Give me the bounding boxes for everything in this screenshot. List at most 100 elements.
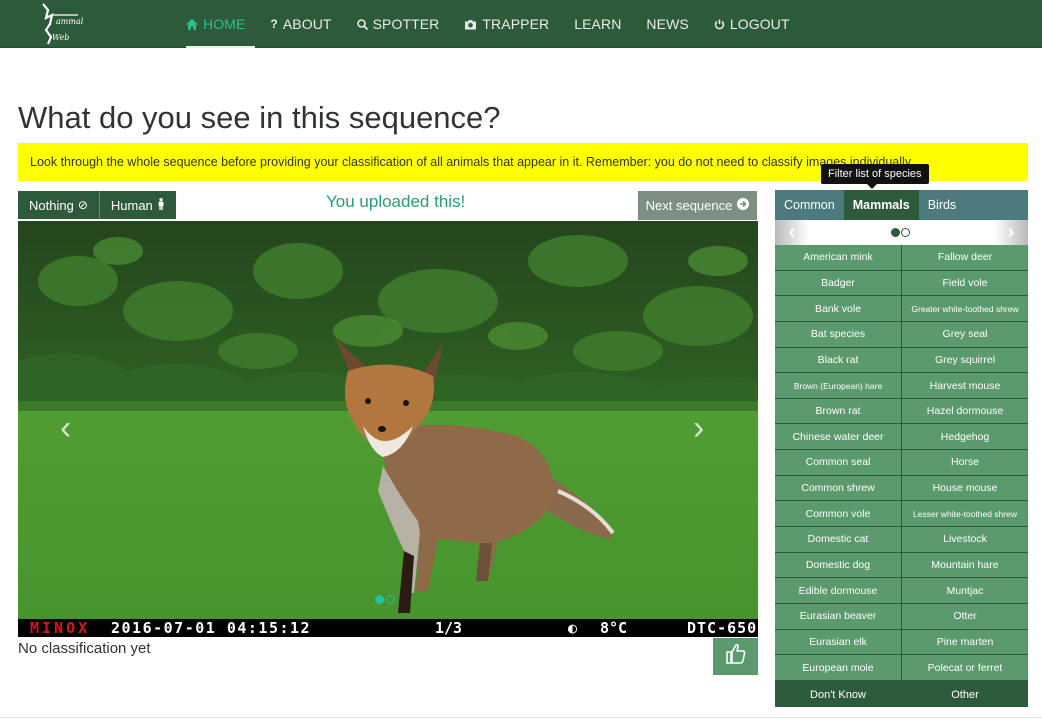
frame-counter: 1/3 — [435, 619, 463, 637]
species-button[interactable]: Grey seal — [902, 321, 1028, 347]
species-button[interactable]: Domestic cat — [775, 527, 901, 552]
species-button[interactable]: Domestic dog — [775, 552, 901, 578]
person-icon — [157, 197, 165, 213]
species-button[interactable]: Horse — [902, 450, 1028, 475]
species-page-dot[interactable] — [901, 228, 910, 237]
carousel-dot[interactable] — [375, 595, 384, 604]
svg-text:Web: Web — [52, 33, 69, 42]
species-button[interactable]: Hazel dormouse — [902, 398, 1028, 424]
species-button[interactable]: Chinese water deer — [775, 424, 901, 450]
carousel-dot[interactable] — [386, 595, 395, 604]
species-button[interactable]: Lesser white-toothed shrew — [902, 501, 1028, 527]
nav-label: ABOUT — [282, 16, 332, 32]
species-button[interactable]: Muntjac — [902, 578, 1028, 603]
next-image-arrow-icon[interactable]: › — [693, 411, 704, 445]
svg-text:ammal: ammal — [56, 17, 84, 26]
nav-logout[interactable]: LOGOUT — [704, 0, 800, 48]
temperature-readout: 8°C — [600, 619, 628, 637]
other-species-button[interactable]: Other — [902, 682, 1028, 707]
nav-learn[interactable]: LEARN — [564, 0, 631, 48]
species-button[interactable]: Greater white-toothed shrew — [902, 296, 1028, 321]
tab-common[interactable]: Common — [775, 190, 844, 220]
species-button[interactable]: Bat species — [775, 321, 901, 347]
species-button[interactable]: Harvest mouse — [902, 373, 1028, 398]
species-button[interactable]: American mink — [775, 245, 901, 270]
species-row: Common shrew House mouse — [775, 475, 1028, 502]
nothing-button[interactable]: Nothing ⊘ — [18, 191, 100, 219]
species-next-page-icon[interactable]: › — [994, 220, 1028, 245]
species-button[interactable]: Eurasian beaver — [775, 603, 901, 629]
species-button[interactable]: Mountain hare — [902, 552, 1028, 578]
main-nav: HOME ? ABOUT SPOTTER TRAPPER LEARN NEWS LOGOUT — [176, 0, 805, 48]
nav-label: TRAPPER — [482, 16, 550, 32]
species-row: Bat species Grey seal — [775, 321, 1028, 348]
human-label: Human — [110, 197, 153, 213]
species-button[interactable]: Livestock — [902, 527, 1028, 552]
species-row: Bank vole Greater white-toothed shrew — [775, 296, 1028, 322]
species-button[interactable]: Common vole — [775, 501, 901, 527]
tab-mammals[interactable]: Mammals — [843, 190, 919, 220]
top-navbar: ammal Web HOME ? ABOUT SPOTTER TRAPPER LEARN N… — [0, 0, 1042, 48]
species-button[interactable]: Eurasian elk — [775, 629, 901, 655]
nav-home[interactable]: HOME — [176, 0, 256, 48]
footer-divider — [0, 717, 1042, 718]
species-button[interactable]: Fallow deer — [902, 245, 1028, 270]
species-button[interactable]: Grey squirrel — [902, 347, 1028, 373]
species-row: Common vole Lesser white-toothed shrew — [775, 501, 1028, 527]
nav-news[interactable]: NEWS — [636, 0, 698, 48]
species-row: Domestic dog Mountain hare — [775, 552, 1028, 579]
nav-label: LEARN — [574, 16, 622, 32]
previous-image-arrow-icon[interactable]: ‹ — [60, 411, 71, 445]
camera-icon — [464, 19, 477, 30]
species-button[interactable]: Common seal — [775, 450, 901, 475]
species-filter-tabs: Common Mammals Birds — [775, 190, 1028, 220]
human-button[interactable]: Human — [99, 191, 176, 219]
nothing-label: Nothing — [29, 197, 74, 213]
image-carousel-indicators — [375, 595, 397, 604]
tab-birds[interactable]: Birds — [919, 190, 965, 220]
nav-label: SPOTTER — [372, 16, 440, 32]
species-prev-page-icon[interactable]: ‹ — [775, 220, 809, 245]
species-button[interactable]: Common shrew — [775, 475, 901, 501]
nav-label: HOME — [203, 16, 246, 32]
nav-trapper[interactable]: TRAPPER — [454, 0, 559, 48]
species-button[interactable]: Polecat or ferret — [902, 655, 1028, 680]
capture-datetime: 2016-07-01 04:15:12 — [111, 619, 312, 637]
dont-know-button[interactable]: Don't Know — [775, 682, 901, 707]
species-pager: ‹ › — [775, 220, 1028, 245]
nav-about[interactable]: ? ABOUT — [260, 0, 341, 48]
moon-phase-icon: ◐ — [568, 619, 578, 637]
camera-model: DTC-650 — [687, 619, 758, 637]
species-button[interactable]: House mouse — [902, 475, 1028, 501]
species-button[interactable]: Pine marten — [902, 629, 1028, 655]
species-button[interactable]: European mole — [775, 655, 901, 680]
species-row: European mole Polecat or ferret — [775, 655, 1028, 681]
filter-tooltip: Filter list of species — [821, 164, 929, 189]
species-button[interactable]: Black rat — [775, 347, 901, 373]
species-row: Black rat Grey squirrel — [775, 347, 1028, 374]
species-page-dot[interactable] — [891, 228, 900, 237]
thumbs-up-icon — [724, 642, 748, 671]
mammalweb-logo[interactable]: ammal Web — [38, 2, 84, 46]
species-button[interactable]: Brown rat — [775, 398, 901, 424]
species-button[interactable]: Field vole — [902, 270, 1028, 296]
page-title: What do you see in this sequence? — [18, 100, 501, 135]
nav-spotter[interactable]: SPOTTER — [347, 0, 450, 48]
species-button[interactable]: Otter — [902, 603, 1028, 629]
species-button[interactable]: Brown (European) hare — [775, 373, 901, 398]
species-button[interactable]: Edible dormouse — [775, 578, 901, 603]
species-panel: Common Mammals Birds ‹ › American mink Fall… — [775, 190, 1028, 707]
species-button[interactable]: Hedgehog — [902, 424, 1028, 450]
species-row: Common seal Horse — [775, 450, 1028, 476]
arrow-circle-right-icon — [737, 198, 750, 213]
species-extra-options: Don't Know Other — [775, 682, 1028, 707]
classification-status: No classification yet — [18, 640, 151, 657]
species-button[interactable]: Bank vole — [775, 296, 901, 321]
nav-label: LOGOUT — [729, 16, 790, 32]
like-button[interactable] — [713, 638, 758, 675]
next-sequence-button[interactable]: Next sequence — [638, 191, 757, 220]
species-row: American mink Fallow deer — [775, 245, 1028, 271]
camera-info-strip: MINOX 2016-07-01 04:15:12 1/3 ◐ 8°C DTC-… — [18, 619, 758, 637]
species-row: Brown (European) hare Harvest mouse — [775, 373, 1028, 399]
species-button[interactable]: Badger — [775, 270, 901, 296]
